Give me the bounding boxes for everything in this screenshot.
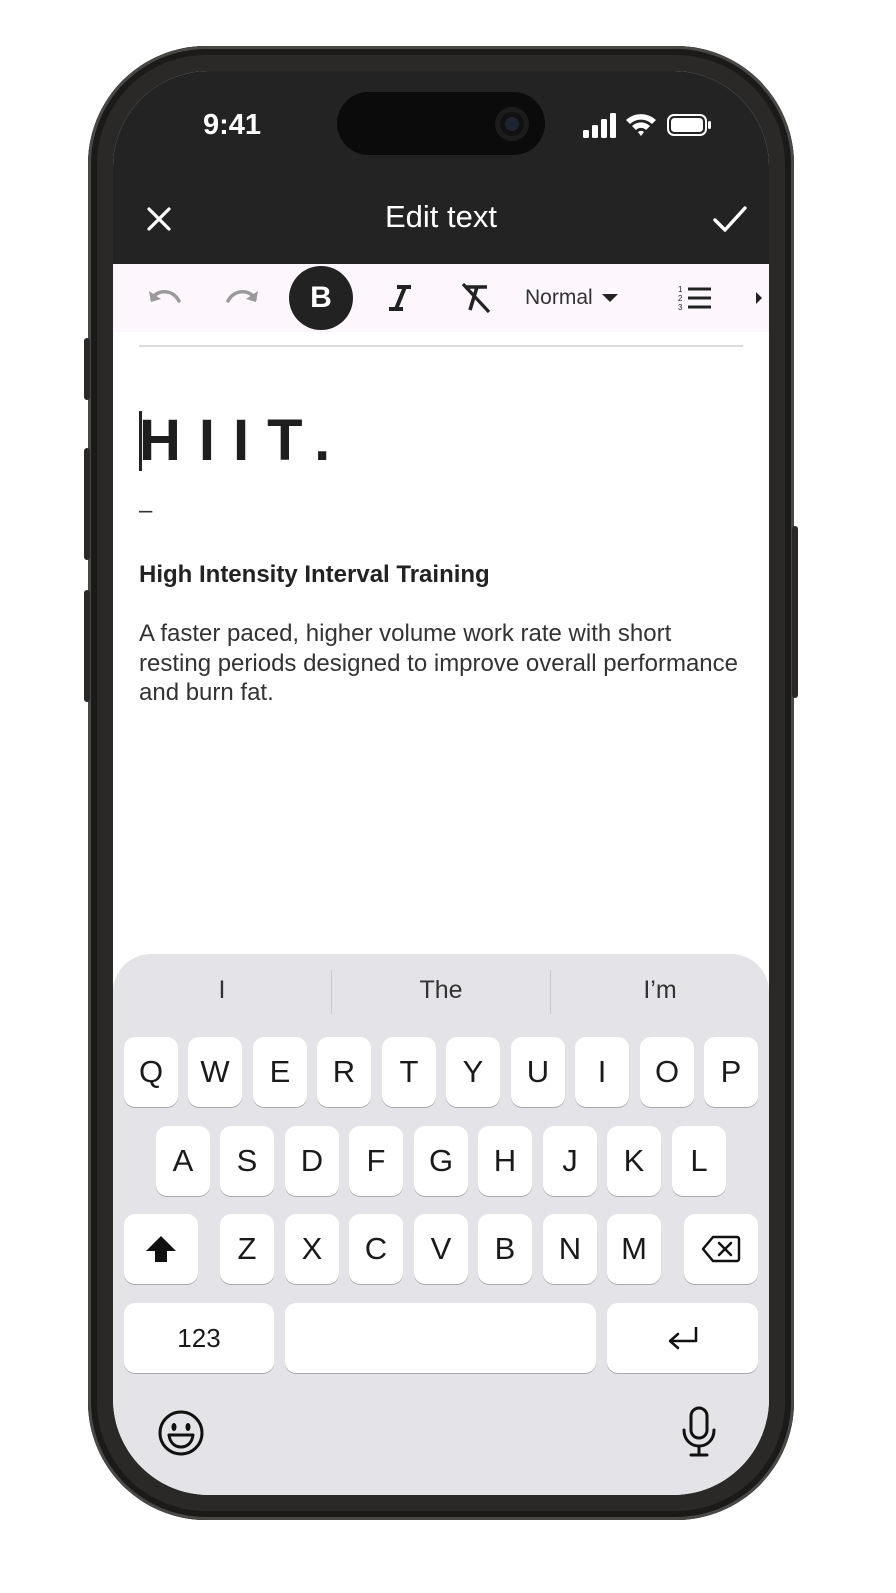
svg-text:1: 1 (678, 285, 683, 294)
suggestion-3[interactable]: I’m (551, 976, 769, 1005)
editor-divider (139, 345, 743, 347)
paragraph-style-value: Normal (525, 286, 593, 309)
phone-screen: 9:41 Edit text B Normal 1 2 3 HIIT. – Hi… (113, 71, 769, 1495)
key-x[interactable]: X (285, 1214, 339, 1284)
more-right-icon (756, 292, 762, 304)
wifi-icon (626, 114, 656, 136)
key-p[interactable]: P (704, 1037, 758, 1107)
numbered-list-button[interactable]: 1 2 3 (665, 268, 725, 328)
key-g[interactable]: G (414, 1126, 468, 1196)
key-o[interactable]: O (640, 1037, 694, 1107)
close-icon[interactable] (141, 201, 177, 237)
document-subtitle: High Intensity Interval Training (139, 561, 490, 588)
key-j[interactable]: J (543, 1126, 597, 1196)
clear-format-button[interactable] (446, 268, 506, 328)
suggestion-2[interactable]: The (332, 976, 550, 1005)
undo-icon (149, 290, 181, 303)
return-icon (668, 1327, 697, 1350)
key-e[interactable]: E (253, 1037, 307, 1107)
keyboard: I The I’m Q W E R T Y U I O P A S D F G … (113, 954, 769, 1495)
key-b[interactable]: B (478, 1214, 532, 1284)
battery-icon (667, 114, 711, 136)
key-k[interactable]: K (607, 1126, 661, 1196)
svg-text:3: 3 (678, 303, 683, 312)
key-u[interactable]: U (511, 1037, 565, 1107)
key-i[interactable]: I (575, 1037, 629, 1107)
space-key[interactable] (285, 1303, 596, 1373)
key-q[interactable]: Q (124, 1037, 178, 1107)
return-key[interactable] (607, 1303, 758, 1373)
mute-switch (84, 338, 90, 400)
check-icon[interactable] (710, 201, 750, 237)
page-title: Edit text (385, 199, 497, 234)
front-camera (495, 107, 529, 141)
key-l[interactable]: L (672, 1126, 726, 1196)
shift-key[interactable] (124, 1214, 198, 1284)
key-s[interactable]: S (220, 1126, 274, 1196)
key-c[interactable]: C (349, 1214, 403, 1284)
key-n[interactable]: N (543, 1214, 597, 1284)
bold-icon: B (310, 281, 332, 314)
key-y[interactable]: Y (446, 1037, 500, 1107)
redo-button[interactable] (212, 268, 272, 328)
italic-button[interactable] (370, 268, 430, 328)
status-time: 9:41 (203, 109, 262, 141)
numbered-list-icon: 1 2 3 (678, 285, 711, 312)
key-t[interactable]: T (382, 1037, 436, 1107)
key-h[interactable]: H (478, 1126, 532, 1196)
document-dash: – (139, 497, 153, 524)
key-f[interactable]: F (349, 1126, 403, 1196)
key-w[interactable]: W (188, 1037, 242, 1107)
bold-button[interactable]: B (289, 266, 353, 330)
suggestion-1[interactable]: I (113, 976, 331, 1005)
caret-down-icon (601, 294, 618, 302)
signal-icon (583, 113, 616, 138)
key-v[interactable]: V (414, 1214, 468, 1284)
numbers-key[interactable]: 123 (124, 1303, 274, 1373)
microphone-icon[interactable] (679, 1406, 719, 1458)
key-a[interactable]: A (156, 1126, 210, 1196)
status-icons (583, 113, 711, 138)
svg-text:2: 2 (678, 294, 683, 303)
key-m[interactable]: M (607, 1214, 661, 1284)
shift-icon (146, 1236, 176, 1262)
toolbar-scroll-right[interactable] (749, 268, 769, 328)
key-r[interactable]: R (317, 1037, 371, 1107)
italic-icon (389, 285, 411, 311)
format-toolbar: B Normal 1 2 3 (113, 264, 769, 332)
clear-format-icon (461, 282, 491, 314)
document-heading: HIIT. (139, 408, 349, 473)
emoji-icon[interactable] (157, 1409, 205, 1457)
backspace-icon (701, 1235, 741, 1263)
power-button (792, 526, 798, 698)
paragraph-style-select[interactable]: Normal (525, 280, 619, 316)
key-z[interactable]: Z (220, 1214, 274, 1284)
redo-icon (226, 290, 258, 303)
undo-button[interactable] (135, 268, 195, 328)
volume-up-button (84, 448, 90, 560)
key-d[interactable]: D (285, 1126, 339, 1196)
text-cursor (139, 411, 142, 471)
backspace-key[interactable] (684, 1214, 758, 1284)
volume-down-button (84, 590, 90, 702)
top-bar: 9:41 Edit text (113, 71, 769, 264)
document-body: A faster paced, higher volume work rate … (139, 620, 738, 706)
